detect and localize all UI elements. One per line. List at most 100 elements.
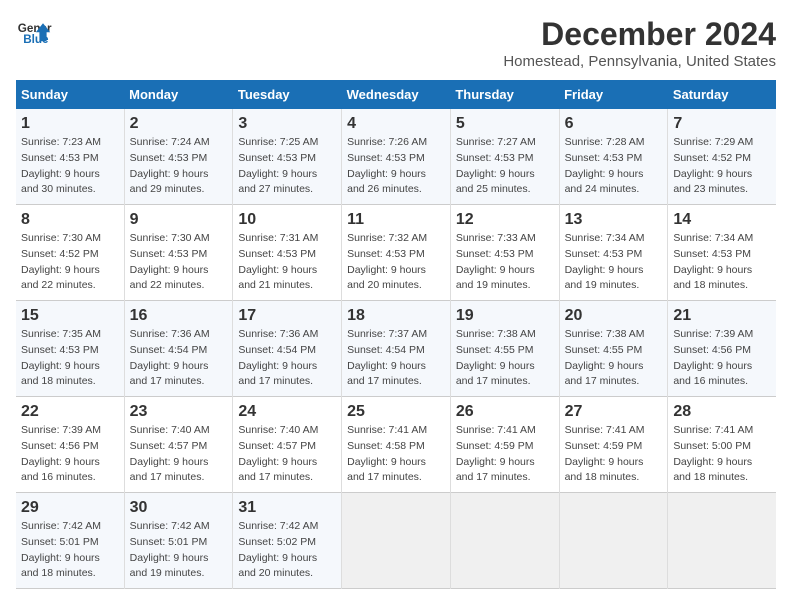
day-number: 6 [565, 115, 663, 133]
day-info: Sunrise: 7:28 AM Sunset: 4:53 PM Dayligh… [565, 135, 663, 198]
day-info: Sunrise: 7:34 AM Sunset: 4:53 PM Dayligh… [673, 231, 771, 294]
day-number: 22 [21, 403, 119, 421]
day-cell: 9 Sunrise: 7:30 AM Sunset: 4:53 PM Daylig… [124, 205, 233, 301]
day-number: 30 [130, 499, 228, 517]
day-number: 5 [456, 115, 554, 133]
day-info: Sunrise: 7:36 AM Sunset: 4:54 PM Dayligh… [238, 327, 336, 390]
day-info: Sunrise: 7:34 AM Sunset: 4:53 PM Dayligh… [565, 231, 663, 294]
day-cell: 28 Sunrise: 7:41 AM Sunset: 5:00 PM Dayli… [668, 397, 776, 493]
day-cell: 11 Sunrise: 7:32 AM Sunset: 4:53 PM Dayli… [342, 205, 451, 301]
day-cell: 22 Sunrise: 7:39 AM Sunset: 4:56 PM Dayli… [16, 397, 124, 493]
day-cell: 16 Sunrise: 7:36 AM Sunset: 4:54 PM Dayli… [124, 301, 233, 397]
day-info: Sunrise: 7:35 AM Sunset: 4:53 PM Dayligh… [21, 327, 119, 390]
day-number: 14 [673, 211, 771, 229]
day-cell: 25Sunrise: 7:41 AM Sunset: 4:58 PM Dayli… [342, 397, 451, 493]
day-cell [668, 493, 776, 589]
day-number: 31 [238, 499, 336, 517]
day-info: Sunrise: 7:37 AM Sunset: 4:54 PM Dayligh… [347, 327, 445, 390]
day-info: Sunrise: 7:30 AM Sunset: 4:53 PM Dayligh… [130, 231, 228, 294]
day-cell: 27Sunrise: 7:41 AM Sunset: 4:59 PM Dayli… [559, 397, 668, 493]
header: General Blue December 2024 Homestead, Pe… [16, 16, 776, 70]
title-area: December 2024 Homestead, Pennsylvania, U… [503, 16, 776, 70]
day-cell: 20 Sunrise: 7:38 AM Sunset: 4:55 PM Dayli… [559, 301, 668, 397]
logo-icon: General Blue [16, 16, 52, 52]
day-number: 11 [347, 211, 445, 229]
day-info: Sunrise: 7:39 AM Sunset: 4:56 PM Dayligh… [21, 423, 119, 486]
day-cell [342, 493, 451, 589]
day-info: Sunrise: 7:33 AM Sunset: 4:53 PM Dayligh… [456, 231, 554, 294]
day-cell: 23Sunrise: 7:40 AM Sunset: 4:57 PM Dayli… [124, 397, 233, 493]
day-number: 12 [456, 211, 554, 229]
day-info: Sunrise: 7:38 AM Sunset: 4:55 PM Dayligh… [456, 327, 554, 390]
day-info: Sunrise: 7:41 AM Sunset: 4:58 PM Dayligh… [347, 423, 445, 486]
day-number: 26 [456, 403, 554, 421]
day-cell: 10 Sunrise: 7:31 AM Sunset: 4:53 PM Dayli… [233, 205, 342, 301]
calendar-table: SundayMondayTuesdayWednesdayThursdayFrid… [16, 80, 776, 589]
week-row-3: 15 Sunrise: 7:35 AM Sunset: 4:53 PM Dayli… [16, 301, 776, 397]
day-number: 21 [673, 307, 771, 325]
day-cell: 17 Sunrise: 7:36 AM Sunset: 4:54 PM Dayli… [233, 301, 342, 397]
day-info: Sunrise: 7:41 AM Sunset: 4:59 PM Dayligh… [565, 423, 663, 486]
day-cell: 29 Sunrise: 7:42 AM Sunset: 5:01 PM Dayli… [16, 493, 124, 589]
week-row-4: 22 Sunrise: 7:39 AM Sunset: 4:56 PM Dayli… [16, 397, 776, 493]
week-row-5: 29 Sunrise: 7:42 AM Sunset: 5:01 PM Dayli… [16, 493, 776, 589]
day-number: 24 [238, 403, 336, 421]
logo: General Blue [16, 16, 52, 52]
week-row-1: 1 Sunrise: 7:23 AM Sunset: 4:53 PM Daylig… [16, 109, 776, 205]
column-header-tuesday: Tuesday [233, 80, 342, 109]
day-info: Sunrise: 7:31 AM Sunset: 4:53 PM Dayligh… [238, 231, 336, 294]
day-number: 2 [130, 115, 228, 133]
day-info: Sunrise: 7:41 AM Sunset: 5:00 PM Dayligh… [673, 423, 771, 486]
day-info: Sunrise: 7:42 AM Sunset: 5:02 PM Dayligh… [238, 519, 336, 582]
day-info: Sunrise: 7:23 AM Sunset: 4:53 PM Dayligh… [21, 135, 119, 198]
day-cell [559, 493, 668, 589]
day-info: Sunrise: 7:41 AM Sunset: 4:59 PM Dayligh… [456, 423, 554, 486]
day-info: Sunrise: 7:25 AM Sunset: 4:53 PM Dayligh… [238, 135, 336, 198]
column-header-saturday: Saturday [668, 80, 776, 109]
day-number: 16 [130, 307, 228, 325]
day-cell: 15 Sunrise: 7:35 AM Sunset: 4:53 PM Dayli… [16, 301, 124, 397]
day-cell [450, 493, 559, 589]
day-number: 8 [21, 211, 119, 229]
day-cell: 5 Sunrise: 7:27 AM Sunset: 4:53 PM Daylig… [450, 109, 559, 205]
day-number: 10 [238, 211, 336, 229]
day-number: 17 [238, 307, 336, 325]
day-info: Sunrise: 7:27 AM Sunset: 4:53 PM Dayligh… [456, 135, 554, 198]
day-info: Sunrise: 7:36 AM Sunset: 4:54 PM Dayligh… [130, 327, 228, 390]
day-number: 23 [130, 403, 228, 421]
day-cell: 13 Sunrise: 7:34 AM Sunset: 4:53 PM Dayli… [559, 205, 668, 301]
day-info: Sunrise: 7:40 AM Sunset: 4:57 PM Dayligh… [238, 423, 336, 486]
day-cell: 14 Sunrise: 7:34 AM Sunset: 4:53 PM Dayli… [668, 205, 776, 301]
day-number: 28 [673, 403, 771, 421]
day-info: Sunrise: 7:39 AM Sunset: 4:56 PM Dayligh… [673, 327, 771, 390]
column-header-wednesday: Wednesday [342, 80, 451, 109]
day-cell: 30 Sunrise: 7:42 AM Sunset: 5:01 PM Dayli… [124, 493, 233, 589]
week-row-2: 8 Sunrise: 7:30 AM Sunset: 4:52 PM Daylig… [16, 205, 776, 301]
day-number: 9 [130, 211, 228, 229]
day-cell: 2 Sunrise: 7:24 AM Sunset: 4:53 PM Daylig… [124, 109, 233, 205]
day-cell: 18 Sunrise: 7:37 AM Sunset: 4:54 PM Dayli… [342, 301, 451, 397]
day-info: Sunrise: 7:38 AM Sunset: 4:55 PM Dayligh… [565, 327, 663, 390]
day-info: Sunrise: 7:42 AM Sunset: 5:01 PM Dayligh… [130, 519, 228, 582]
header-row: SundayMondayTuesdayWednesdayThursdayFrid… [16, 80, 776, 109]
column-header-thursday: Thursday [450, 80, 559, 109]
day-info: Sunrise: 7:30 AM Sunset: 4:52 PM Dayligh… [21, 231, 119, 294]
day-info: Sunrise: 7:24 AM Sunset: 4:53 PM Dayligh… [130, 135, 228, 198]
day-number: 13 [565, 211, 663, 229]
day-number: 7 [673, 115, 771, 133]
day-cell: 26 Sunrise: 7:41 AM Sunset: 4:59 PM Dayli… [450, 397, 559, 493]
day-info: Sunrise: 7:29 AM Sunset: 4:52 PM Dayligh… [673, 135, 771, 198]
day-cell: 6 Sunrise: 7:28 AM Sunset: 4:53 PM Daylig… [559, 109, 668, 205]
day-number: 15 [21, 307, 119, 325]
page-subtitle: Homestead, Pennsylvania, United States [503, 53, 776, 70]
day-cell: 19Sunrise: 7:38 AM Sunset: 4:55 PM Dayli… [450, 301, 559, 397]
column-header-monday: Monday [124, 80, 233, 109]
day-number: 20 [565, 307, 663, 325]
page-title: December 2024 [503, 16, 776, 53]
day-info: Sunrise: 7:42 AM Sunset: 5:01 PM Dayligh… [21, 519, 119, 582]
day-number: 18 [347, 307, 445, 325]
day-cell: 4Sunrise: 7:26 AM Sunset: 4:53 PM Daylig… [342, 109, 451, 205]
day-number: 29 [21, 499, 119, 517]
day-info: Sunrise: 7:32 AM Sunset: 4:53 PM Dayligh… [347, 231, 445, 294]
day-number: 1 [21, 115, 119, 133]
